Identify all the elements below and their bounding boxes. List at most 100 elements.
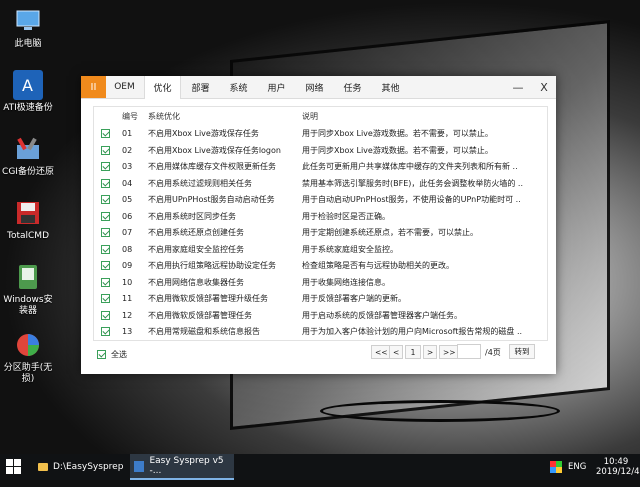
tab-deploy[interactable]: 部署: [182, 76, 219, 98]
row-num: 05: [122, 195, 133, 204]
window-footer: 全选 << < 1 > >> /4页 转到: [81, 342, 556, 372]
row-option: 不启用Xbox Live游戏保存任务: [148, 129, 259, 138]
page-input[interactable]: [457, 344, 481, 359]
list-item[interactable]: 09 不启用执行组策略远程协助设定任务 检查组策略是否有与远程协助相关的更改。: [94, 258, 547, 274]
row-num: 13: [122, 327, 133, 336]
tab-other[interactable]: 其他: [372, 76, 409, 98]
cgi-restore-icon: [13, 134, 43, 164]
tab-ii[interactable]: II: [81, 76, 106, 98]
color-picker-tray-icon[interactable]: [550, 461, 562, 487]
row-checkbox[interactable]: [101, 277, 110, 287]
list-item[interactable]: 13 不启用常规磁盘和系统信息报告 用于为加入客户体验计划的用户向Microso…: [94, 324, 547, 340]
close-button[interactable]: X: [532, 76, 556, 98]
row-checkbox[interactable]: [101, 129, 110, 138]
row-num: 10: [122, 277, 133, 287]
row-checkbox[interactable]: [101, 261, 110, 270]
row-desc: 用于自动启动UPnPHost服务，不使用设备的UPnP功能时可 ..: [302, 195, 521, 204]
row-desc: 用于反馈部署客户端的更新。: [302, 294, 406, 303]
row-desc: 检查组策略是否有与远程协助相关的更改。: [302, 261, 454, 270]
row-option: 不启用家庭组安全监控任务: [148, 244, 244, 254]
taskbar-item-label: Easy Sysprep v5 -...: [149, 456, 224, 476]
goto-button[interactable]: 转到: [509, 344, 535, 359]
row-checkbox[interactable]: [101, 327, 110, 336]
list-item[interactable]: 07 不启用系统还原点创建任务 用于定期创建系统还原点，若不需要，可以禁止。: [94, 225, 547, 241]
tab-user[interactable]: 用户: [258, 76, 295, 98]
row-num: 02: [122, 145, 133, 155]
row-desc: 用于启动系统的反馈部署管理器客户端任务。: [302, 310, 462, 320]
row-checkbox[interactable]: [101, 211, 110, 221]
list-item[interactable]: 06 不启用系统时区同步任务 用于检验时区是否正确。: [94, 209, 547, 225]
row-num: 08: [122, 244, 133, 254]
svg-text:A: A: [22, 76, 33, 95]
row-desc: 用于系统家庭组安全监控。: [302, 244, 398, 254]
floppy-icon: [13, 198, 43, 228]
row-num: 07: [122, 228, 133, 237]
tab-task[interactable]: 任务: [334, 76, 371, 98]
row-option: 不启用网络信息收集器任务: [148, 277, 244, 287]
page-total: /4页: [485, 348, 501, 357]
row-option: 不启用UPnPHost服务自动启动任务: [148, 195, 275, 204]
list-item[interactable]: 03 不启用媒体库缓存文件权限更新任务 此任务可更新用户共享媒体库中缓存的文件夹…: [94, 159, 547, 175]
desktop-icon-this-pc[interactable]: 此电脑: [2, 6, 54, 50]
tab-network[interactable]: 网络: [296, 76, 333, 98]
row-desc: 禁用基本筛选引擎服务时(BFE)，此任务会调整枚举防火墙的 ..: [302, 178, 524, 188]
row-option: 不启用常规磁盘和系统信息报告: [148, 327, 260, 336]
taskbar-item-easysysprep[interactable]: Easy Sysprep v5 -...: [130, 454, 234, 480]
clock[interactable]: 10:49 2019/12/4: [596, 454, 640, 480]
partition-icon: [13, 330, 43, 360]
row-option: 不启用媒体库缓存文件权限更新任务: [148, 162, 276, 171]
list-item[interactable]: 04 不启用系统过滤规则相关任务 禁用基本筛选引擎服务时(BFE)，此任务会调整…: [94, 176, 547, 192]
list-item[interactable]: 08 不启用家庭组安全监控任务 用于系统家庭组安全监控。: [94, 242, 547, 258]
row-desc: 用于收集网络连接信息。: [302, 277, 390, 287]
list-item[interactable]: 11 不启用微软反馈部署管理升级任务 用于反馈部署客户端的更新。: [94, 291, 547, 307]
list-item[interactable]: 02 不启用Xbox Live游戏保存任务logon 用于同步Xbox Live…: [94, 143, 547, 159]
row-num: 01: [122, 129, 133, 138]
tab-optimize[interactable]: 优化: [144, 76, 181, 99]
taskbar-item-explorer[interactable]: D:\EasySysprep: [34, 454, 126, 480]
row-checkbox[interactable]: [101, 244, 110, 254]
folder-icon: [38, 463, 48, 471]
taskbar-item-label: D:\EasySysprep: [53, 462, 124, 472]
row-option: 不启用执行组策略远程协助设定任务: [148, 261, 276, 270]
row-num: 03: [122, 162, 133, 171]
tab-system[interactable]: 系统: [220, 76, 257, 98]
select-all-check-icon[interactable]: [97, 350, 106, 359]
row-checkbox[interactable]: [101, 162, 110, 171]
desktop-icon-totalcmd[interactable]: TotalCMD: [2, 198, 54, 242]
tab-oem[interactable]: OEM: [106, 76, 143, 98]
row-num: 12: [122, 310, 133, 320]
row-option: 不启用系统过滤规则相关任务: [148, 178, 252, 188]
next-page-button[interactable]: >: [423, 345, 438, 359]
desktop-icon-ati-backup[interactable]: A ATI极速备份: [2, 70, 54, 114]
list-item[interactable]: 01 不启用Xbox Live游戏保存任务 用于同步Xbox Live游戏数据。…: [94, 126, 547, 142]
row-checkbox[interactable]: [101, 178, 110, 188]
easy-sysprep-window: II OEM 优化 部署 系统 用户 网络 任务 其他 — X 编号 系统优化 …: [81, 76, 556, 374]
ati-backup-icon: A: [13, 70, 43, 100]
list-item[interactable]: 12 不启用微软反馈部署管理任务 用于启动系统的反馈部署管理器客户端任务。: [94, 308, 547, 324]
computer-icon: [13, 6, 43, 36]
current-page[interactable]: 1: [405, 345, 421, 359]
row-desc: 用于定期创建系统还原点，若不需要，可以禁止。: [302, 228, 478, 237]
list-item[interactable]: 05 不启用UPnPHost服务自动启动任务 用于自动启动UPnPHost服务，…: [94, 192, 547, 208]
row-checkbox[interactable]: [101, 195, 110, 204]
header-num: 编号: [122, 112, 138, 121]
list-item[interactable]: 10 不启用网络信息收集器任务 用于收集网络连接信息。: [94, 275, 547, 291]
desktop-icon-partition-assistant[interactable]: 分区助手(无损): [2, 330, 54, 385]
row-desc: 用于为加入客户体验计划的用户向Microsoft报告常规的磁盘 ..: [302, 327, 523, 336]
select-all-label: 全选: [111, 350, 127, 359]
minimize-button[interactable]: —: [506, 76, 530, 98]
desktop-icon-cgi-restore[interactable]: CGI备份还原: [2, 134, 54, 178]
wallpaper-monitor-stand: [320, 400, 560, 422]
row-checkbox[interactable]: [101, 310, 110, 320]
clock-date: 2019/12/4: [596, 467, 640, 477]
row-option: 不启用Xbox Live游戏保存任务logon: [148, 145, 281, 155]
row-option: 不启用微软反馈部署管理升级任务: [148, 294, 268, 303]
row-checkbox[interactable]: [101, 145, 110, 155]
row-checkbox[interactable]: [101, 228, 110, 237]
prev-page-button[interactable]: <: [389, 345, 404, 359]
row-checkbox[interactable]: [101, 294, 110, 303]
windows-start-icon[interactable]: [6, 459, 22, 475]
row-num: 06: [122, 211, 133, 221]
desktop-icon-windows-installer[interactable]: Windows安装器: [2, 262, 54, 317]
language-indicator[interactable]: ENG: [568, 454, 586, 480]
